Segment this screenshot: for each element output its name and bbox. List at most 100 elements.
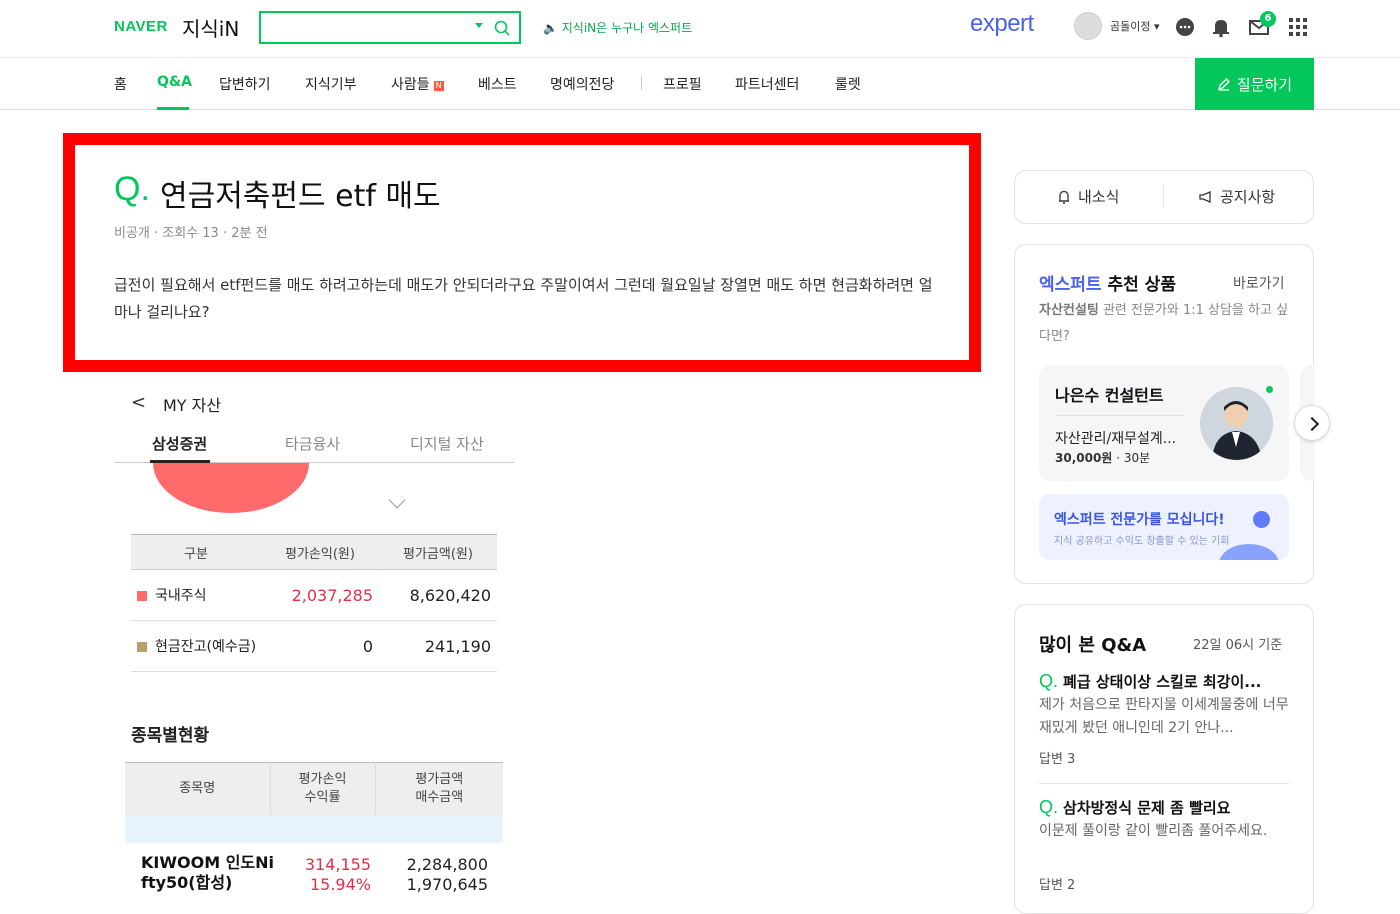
asset-summary-table: 구분 평가손익(원) 평가금액(원) 국내주식 2,037,285 8,620,… (131, 534, 497, 672)
online-status-dot (1266, 386, 1273, 393)
naver-logo[interactable]: NAVER (114, 18, 168, 35)
bell-outline-icon (1059, 190, 1069, 204)
search-dropdown-icon[interactable] (475, 23, 483, 28)
question-highlight-box (63, 133, 981, 372)
nav-qna[interactable]: Q&A (157, 74, 192, 90)
apps-grid-icon[interactable] (1287, 16, 1309, 38)
nav-roulette[interactable]: 룰렛 (835, 74, 861, 94)
divider (1055, 415, 1185, 416)
question-body: 급전이 필요해서 etf펀드를 매도 하려고하는데 매도가 안되더라구요 주말이… (114, 276, 933, 321)
popular-item-title: Q. 삼차방정식 문제 좀 빨리요 (1039, 797, 1291, 818)
recommend-title-brand: 엑스퍼트 (1039, 275, 1102, 295)
expert-price: 30,000원 (1055, 451, 1113, 465)
row-pnl: 2,037,285 (261, 569, 379, 621)
notices-button[interactable]: 공지사항 (1198, 186, 1275, 207)
notices-label: 공지사항 (1220, 188, 1276, 206)
avatar[interactable] (1074, 12, 1102, 40)
expert-notice-text: 지식iN은 누구나 엑스퍼트 (561, 21, 693, 35)
mail-count-badge: 6 (1260, 11, 1276, 27)
nav-home[interactable]: 홈 (114, 74, 127, 94)
popular-timestamp: 22일 06시 기준 (1193, 638, 1283, 653)
my-news-button[interactable]: 내소식 (1056, 186, 1119, 207)
nav-donate[interactable]: 지식기부 (305, 74, 357, 94)
carousel-next-button[interactable] (1294, 405, 1330, 441)
table-row: 국내주식 2,037,285 8,620,420 (131, 569, 497, 621)
legend-swatch (137, 642, 147, 652)
popular-item[interactable]: Q. 삼차방정식 문제 좀 빨리요 이문제 풀이랑 같이 빨리좀 풀어주세요. 답… (1039, 797, 1291, 893)
my-news-label: 내소식 (1078, 188, 1120, 206)
stock-name-line2: fty50(합성) (141, 873, 233, 892)
tab-other-financial[interactable]: 타금융사 (285, 433, 340, 454)
search-input[interactable] (259, 11, 521, 44)
col-stock-value: 평가금액 매수금액 (375, 762, 503, 816)
stock-pnl: 314,155 (304, 855, 371, 874)
question-meta: 비공개 · 조회수 13 · 2분 전 (114, 226, 268, 241)
user-menu[interactable]: 곰돌이정 ▾ (1110, 18, 1160, 34)
stock-buy: 1,970,645 (406, 875, 488, 894)
col-stock-name: 종목명 (125, 762, 271, 816)
search-icon[interactable] (493, 19, 511, 37)
nav-best[interactable]: 베스트 (478, 74, 517, 94)
recommend-shortcut-link[interactable]: 바로가기 (1233, 273, 1285, 293)
nav-divider (641, 76, 642, 90)
stock-name: KIWOOM 인도Ni fty50(합성) (141, 853, 274, 893)
expert-photo (1200, 387, 1273, 460)
nav-answer[interactable]: 답변하기 (219, 74, 271, 94)
tab-samsung[interactable]: 삼성증권 (152, 433, 207, 454)
nav-hall-of-fame[interactable]: 명예의전당 (550, 74, 614, 94)
recruit-subtitle: 지식 공유하고 수익도 창출할 수 있는 기회 (1054, 536, 1230, 547)
row-value: 8,620,420 (379, 569, 497, 621)
back-arrow-icon[interactable]: < (131, 392, 146, 413)
col-category: 구분 (131, 534, 261, 570)
chat-icon[interactable] (1174, 16, 1196, 38)
popular-item-title: Q. 폐급 상태이상 스킬로 최강이... (1039, 671, 1291, 692)
col-pnl: 평가손익(원) (261, 534, 379, 570)
table-row: 현금잔고(예수금) 0 241,190 (131, 620, 497, 672)
stock-amount-values: 2,284,800 1,970,645 (380, 855, 488, 895)
question-title: 연금저축펀드 etf 매도 (160, 179, 441, 214)
popular-title: 많이 본 Q&A (1039, 635, 1147, 656)
popular-item[interactable]: Q. 폐급 상태이상 스킬로 최강이... 제가 처음으로 판타지물 이세계물중에… (1039, 671, 1291, 767)
col-stock-pnl: 평가손익 수익률 (270, 762, 376, 816)
tab-digital-assets[interactable]: 디지털 자산 (410, 433, 484, 454)
q-mark: Q. (1039, 797, 1059, 817)
expert-time: 30분 (1123, 451, 1151, 465)
expert-name: 나은수 컨설턴트 (1055, 386, 1164, 405)
divider (1039, 783, 1289, 784)
stock-eval: 2,284,800 (406, 855, 488, 874)
nav-people-label: 사람들 (391, 77, 430, 93)
question-q-mark: Q. (114, 170, 150, 208)
nav-profile[interactable]: 프로필 (663, 74, 702, 94)
new-badge: N (433, 81, 444, 91)
nav-people[interactable]: 사람들 N (391, 74, 444, 94)
row-value: 241,190 (379, 620, 497, 672)
recruit-title: 엑스퍼트 전문가를 모십니다! (1054, 512, 1225, 528)
holdings-table: 종목명 평가손익 수익률 평가금액 매수금액 (125, 762, 503, 816)
popular-item-answers: 답변 2 (1039, 878, 1076, 893)
expert-logo[interactable]: expert (970, 10, 1034, 38)
main-nav: 홈 Q&A 답변하기 지식기부 사람들 N 베스트 명예의전당 프로필 파트너센터… (0, 58, 1400, 110)
row-label: 국내주식 (155, 588, 207, 604)
popular-item-answers: 답변 3 (1039, 752, 1076, 767)
bell-icon[interactable] (1210, 16, 1232, 38)
recommend-title: 엑스퍼트 추천 상품 (1039, 270, 1176, 295)
expert-notice-link[interactable]: 🔈 지식iN은 누구나 엑스퍼트 (543, 19, 692, 36)
ask-question-label: 질문하기 (1236, 76, 1293, 94)
expert-recruit-banner[interactable]: 엑스퍼트 전문가를 모십니다! 지식 공유하고 수익도 창출할 수 있는 기회 (1039, 494, 1289, 560)
recommend-title-rest: 추천 상품 (1101, 275, 1176, 295)
recommend-description: 자산컨설팅 관련 전문가와 1:1 상담을 하고 싶다면? (1039, 298, 1294, 350)
top-header: NAVER 지식iN 🔈 지식iN은 누구나 엑스퍼트 expert 곰돌이정 … (0, 0, 1400, 58)
recommend-desc-bold: 자산컨설팅 (1039, 303, 1099, 318)
popular-item-body: 이문제 풀이랑 같이 빨리좀 풀어주세요. (1039, 823, 1268, 839)
nav-partner-center[interactable]: 파트너센터 (735, 74, 799, 94)
row-label: 현금잔고(예수금) (155, 639, 257, 655)
ask-question-button[interactable]: 질문하기 (1195, 58, 1314, 110)
popular-item-title-text: 폐급 상태이상 스킬로 최강이... (1063, 673, 1262, 691)
popular-item-body: 제가 처음으로 판타지물 이세계물중에 너무 재밌게 봤던 애니인데 2기 안나… (1039, 697, 1289, 736)
decor-dot (1253, 511, 1270, 528)
row-pnl: 0 (261, 620, 379, 672)
kin-logo[interactable]: 지식iN (182, 13, 239, 42)
expert-field: 자산관리/재무설계... (1055, 431, 1177, 447)
asset-pie-chart (153, 463, 309, 513)
chevron-down-icon[interactable] (388, 491, 406, 509)
